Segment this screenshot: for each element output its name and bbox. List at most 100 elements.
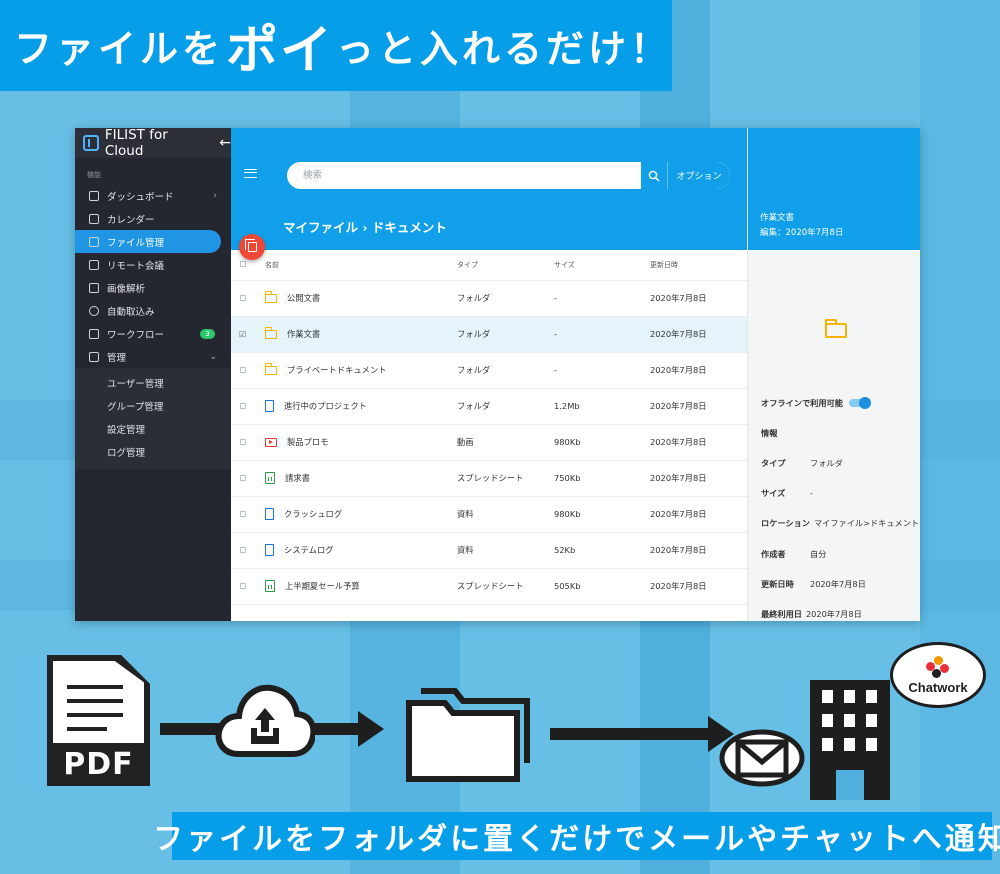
file-size: -: [554, 315, 650, 352]
office-building-icon: [810, 680, 890, 800]
table-row[interactable]: 上半期夏セール予算 スプレッドシート 505Kb 2020年7月8日: [231, 567, 747, 604]
col-updated[interactable]: 更新日時: [650, 250, 747, 280]
select-all-checkbox[interactable]: [240, 260, 246, 267]
file-name: システムログ: [284, 544, 334, 555]
sidebar-item[interactable]: 管理 ⌄: [75, 345, 231, 368]
file-updated: 2020年7月8日: [650, 567, 747, 604]
submenu-item[interactable]: 設定管理: [75, 417, 231, 440]
row-checkbox[interactable]: [240, 475, 246, 481]
video-icon: [265, 438, 277, 447]
sidebar-item[interactable]: 自動取込み: [75, 299, 231, 322]
row-checkbox[interactable]: [240, 547, 246, 553]
detail-property: 更新日時 2020年7月8日: [761, 578, 866, 590]
pdf-label: PDF: [63, 747, 134, 782]
file-size: 1.2Mb: [554, 387, 650, 424]
file-name: 上半期夏セール予算: [285, 580, 360, 591]
file-size: 505Kb: [554, 567, 650, 604]
folder-icon: [265, 363, 277, 375]
search-button[interactable]: [641, 162, 668, 189]
file-table: 名前 タイプ サイズ 更新日時 公開文書 フォルダ -2020年7月8日 ☑ 作業文書フ…: [231, 250, 747, 621]
file-name: 製品プロモ: [287, 437, 329, 447]
table-row[interactable]: システムログ 資料 52Kb 2020年7月8日: [231, 531, 747, 568]
info-label: 情報: [761, 428, 778, 438]
submenu-item[interactable]: ユーザー管理: [75, 371, 231, 394]
sidebar-item[interactable]: ワークフロー 3: [75, 322, 231, 345]
property-value: マイファイル>ドキュメント: [813, 518, 920, 529]
sidebar-item[interactable]: 画像解析: [75, 276, 231, 299]
submenu-item[interactable]: ログ管理: [75, 440, 231, 463]
property-key: 更新日時: [761, 578, 794, 589]
sidebar-item-label: ダッシュボード: [107, 191, 174, 203]
col-size[interactable]: サイズ: [554, 250, 650, 280]
sidebar-item[interactable]: ダッシュボード ›: [75, 184, 231, 207]
property-value: -: [810, 488, 813, 499]
table-row[interactable]: 請求書 スプレッドシート 750Kb 2020年7月8日: [231, 459, 747, 496]
file-updated: 2020年7月8日: [650, 351, 747, 388]
video-icon: [89, 259, 99, 270]
copy-fab-button[interactable]: [239, 234, 265, 260]
row-checkbox[interactable]: [240, 367, 246, 373]
hamburger-menu-icon[interactable]: [244, 169, 257, 178]
row-checkbox[interactable]: [240, 295, 246, 301]
folder-icon: [265, 327, 277, 339]
table-row[interactable]: 製品プロモ 動画 980Kb 2020年7月8日: [231, 423, 747, 460]
search-input[interactable]: [287, 162, 641, 189]
submenu-item[interactable]: グループ管理: [75, 394, 231, 417]
sidebar-item[interactable]: ファイル管理: [75, 230, 221, 253]
search-icon: [648, 170, 660, 182]
breadcrumb: マイファイル › ドキュメント: [283, 220, 447, 235]
file-size: 980Kb: [554, 495, 650, 532]
folder-icon: [265, 291, 277, 303]
doc-icon: [265, 400, 274, 413]
offline-label: オフラインで利用可能: [761, 398, 843, 408]
sidebar-item-label: ワークフロー: [107, 329, 165, 341]
file-size: -: [554, 351, 650, 388]
table-row[interactable]: 進行中のプロジェクト フォルダ 1.2Mb 2020年7月8日: [231, 387, 747, 424]
pdf-document-icon: PDF: [47, 655, 150, 786]
file-size: 980Kb: [554, 423, 650, 460]
lock-icon: [89, 351, 99, 362]
file-size: 750Kb: [554, 459, 650, 496]
offline-toggle[interactable]: [848, 397, 871, 409]
file-name: クラッシュログ: [284, 508, 343, 519]
file-type: 動画: [457, 423, 554, 460]
file-updated: 2020年7月8日: [650, 495, 747, 532]
file-type: 資料: [457, 495, 554, 532]
col-type[interactable]: タイプ: [457, 250, 554, 280]
table-row[interactable]: ☑ 作業文書 フォルダ -2020年7月8日: [231, 315, 747, 352]
col-name[interactable]: 名前: [265, 250, 457, 280]
row-checkbox[interactable]: ☑: [239, 330, 246, 339]
arrow-left-icon[interactable]: ←: [219, 135, 231, 151]
table-row[interactable]: 公開文書 フォルダ -2020年7月8日: [231, 279, 747, 316]
chevron-icon: ›: [213, 190, 217, 201]
row-checkbox[interactable]: [240, 439, 246, 445]
detail-panel: 作業文書 編集：2020年7月8日 オフラインで利用可能 情報 タイプ フォルダサ…: [747, 128, 920, 621]
table-row[interactable]: プライベートドキュメント フォルダ -2020年7月8日: [231, 351, 747, 388]
copy-icon: [244, 239, 257, 252]
brand[interactable]: FILIST for Cloud ←: [75, 128, 231, 159]
sidebar-item-label: 自動取込み: [107, 306, 155, 318]
options-button[interactable]: オプション: [668, 162, 730, 189]
file-type: フォルダ: [457, 315, 554, 352]
admin-submenu: ユーザー管理 グループ管理 設定管理 ログ管理: [75, 368, 231, 469]
notice-banner: ファイルをフォルダに置くだけでメールやチャットへ通知: [153, 812, 1000, 860]
row-checkbox[interactable]: [240, 511, 246, 517]
chatwork-bubble: Chatwork: [890, 642, 986, 708]
headline-emphasis: ポイ: [226, 21, 335, 81]
chatwork-logo-icon: [926, 655, 950, 678]
property-key: ロケーション: [761, 518, 810, 529]
table-row: [231, 603, 747, 621]
sidebar-item[interactable]: リモート会議: [75, 253, 231, 276]
property-value: 自分: [810, 548, 827, 559]
detail-header: 作業文書 編集：2020年7月8日: [748, 128, 920, 250]
sidebar-item[interactable]: カレンダー: [75, 207, 231, 230]
row-checkbox[interactable]: [240, 583, 246, 589]
brand-name: FILIST for Cloud: [104, 128, 168, 159]
table-row[interactable]: クラッシュログ 資料 980Kb 2020年7月8日: [231, 495, 747, 532]
file-type: スプレッドシート: [457, 567, 554, 604]
row-checkbox[interactable]: [240, 403, 246, 409]
file-name: 公開文書: [287, 293, 321, 303]
offline-toggle-row: オフラインで利用可能: [761, 397, 871, 409]
file-size: 52Kb: [554, 531, 650, 568]
table-header: 名前 タイプ サイズ 更新日時: [231, 250, 747, 280]
